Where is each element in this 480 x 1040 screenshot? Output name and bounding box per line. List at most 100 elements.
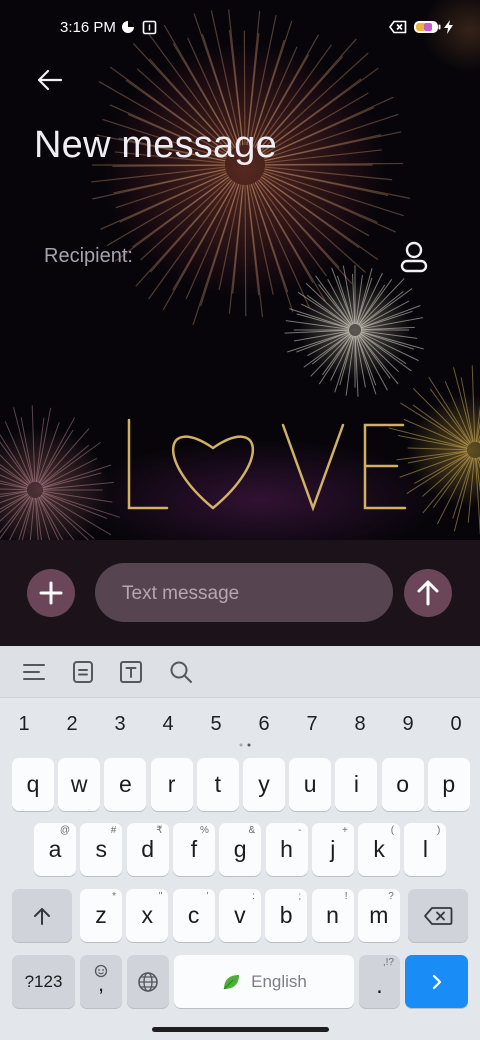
key-hint: ;	[298, 891, 302, 902]
key-label: c	[187, 902, 200, 928]
key-hint: &	[248, 825, 256, 836]
key-p[interactable]: p	[427, 758, 470, 811]
key-m[interactable]: ? m	[357, 889, 400, 942]
number-key-7[interactable]: 7	[297, 713, 327, 736]
comma-label: ,	[97, 971, 105, 996]
key-f[interactable]: % f	[172, 823, 215, 876]
no-sim-icon	[389, 20, 407, 34]
key-label: f	[190, 836, 198, 862]
enter-key[interactable]	[405, 955, 468, 1008]
language-key[interactable]	[127, 955, 169, 1008]
key-k[interactable]: (k	[358, 823, 401, 876]
number-key-0[interactable]: 0	[441, 713, 471, 736]
key-hint: *	[112, 891, 116, 902]
symbols-key[interactable]: ?123	[12, 955, 75, 1008]
number-key-4[interactable]: 4	[153, 713, 183, 736]
key-v[interactable]: :v	[218, 889, 261, 942]
battery-icon	[414, 21, 441, 33]
key-s[interactable]: # s	[80, 823, 123, 876]
number-key-9[interactable]: 9	[393, 713, 423, 736]
space-key[interactable]: English	[174, 955, 354, 1008]
key-x[interactable]: " x	[126, 889, 169, 942]
number-key-1[interactable]: 1	[9, 713, 39, 736]
key-a[interactable]: @ a	[34, 823, 76, 876]
key-hint: ₹	[156, 825, 163, 836]
status-time: 3:16 PM	[60, 19, 116, 36]
key-hint: :	[252, 891, 255, 902]
key-j[interactable]: + j	[311, 823, 354, 876]
sim-icon	[142, 20, 157, 35]
key-hint: +	[341, 825, 348, 836]
period-label: .	[376, 971, 383, 999]
key-e[interactable]: e	[104, 758, 147, 811]
number-key-5[interactable]: 5	[201, 713, 231, 736]
key-w[interactable]: w	[58, 758, 101, 811]
key-hint: %	[199, 825, 209, 836]
key-hint: '	[206, 891, 209, 902]
clipboard-icon[interactable]	[70, 659, 96, 685]
key-label: b	[279, 902, 293, 928]
home-indicator[interactable]	[152, 1027, 329, 1032]
key-hint: @	[59, 825, 70, 836]
data-saver-icon	[122, 21, 134, 33]
key-label: s	[95, 836, 108, 862]
backspace-icon	[424, 906, 453, 925]
period-key[interactable]: ,!? .	[359, 955, 400, 1008]
key-b[interactable]: ; b	[265, 889, 308, 942]
shift-icon	[34, 907, 50, 925]
plus-icon	[39, 581, 63, 605]
recipient-field[interactable]: Recipient:	[44, 245, 133, 268]
key-label: v	[234, 902, 246, 928]
key-i[interactable]: i	[335, 758, 378, 811]
number-key-6[interactable]: 6	[249, 713, 279, 736]
key-hint: !	[344, 891, 348, 902]
number-key-3[interactable]: 3	[105, 713, 135, 736]
key-label: j	[330, 836, 336, 862]
period-hint: ,!?	[382, 957, 394, 968]
space-label: English	[251, 971, 307, 991]
number-key-8[interactable]: 8	[345, 713, 375, 736]
key-t[interactable]: t	[196, 758, 239, 811]
key-c[interactable]: ' c	[172, 889, 215, 942]
message-placeholder: Text message	[122, 583, 240, 604]
menu-icon[interactable]	[21, 659, 47, 685]
key-hint: "	[158, 891, 163, 902]
love-sparkle-text	[127, 418, 407, 512]
key-hint: -	[298, 825, 302, 836]
key-hint: #	[110, 825, 117, 836]
key-label: n	[326, 902, 339, 928]
key-n[interactable]: ! n	[311, 889, 354, 942]
key-label: d	[141, 836, 154, 862]
key-g[interactable]: & g	[219, 823, 262, 876]
key-hint: ?	[388, 891, 394, 902]
number-key-2[interactable]: 2	[57, 713, 87, 736]
key-o[interactable]: o	[381, 758, 424, 811]
chevron-right-icon	[432, 974, 441, 989]
text-format-icon[interactable]	[118, 659, 144, 685]
attach-button[interactable]	[27, 569, 75, 617]
key-label: h	[280, 836, 293, 862]
shift-key[interactable]	[12, 889, 72, 942]
key-y[interactable]: y	[243, 758, 285, 811]
search-icon[interactable]	[168, 659, 194, 685]
globe-icon	[138, 971, 158, 992]
key-u[interactable]: u	[289, 758, 332, 811]
key-r[interactable]: r	[150, 758, 193, 811]
key-h[interactable]: -h	[265, 823, 308, 876]
key-label: k	[373, 836, 385, 862]
key-label: g	[233, 836, 247, 862]
key-d[interactable]: ₹ d	[126, 823, 169, 876]
leaf-icon	[223, 974, 240, 989]
arrow-left-icon[interactable]	[34, 64, 66, 96]
message-input[interactable]: Text message	[95, 563, 393, 622]
comma-key[interactable]: ,	[80, 955, 122, 1008]
key-label: a	[48, 836, 62, 862]
send-button[interactable]	[404, 569, 452, 617]
person-icon[interactable]	[398, 240, 430, 274]
key-q[interactable]: q	[12, 758, 54, 811]
key-l[interactable]: ) l	[404, 823, 447, 876]
backspace-key[interactable]	[408, 889, 468, 942]
key-label: l	[422, 836, 428, 862]
key-z[interactable]: * z	[80, 889, 122, 942]
keyboard-toolbar	[0, 646, 480, 698]
